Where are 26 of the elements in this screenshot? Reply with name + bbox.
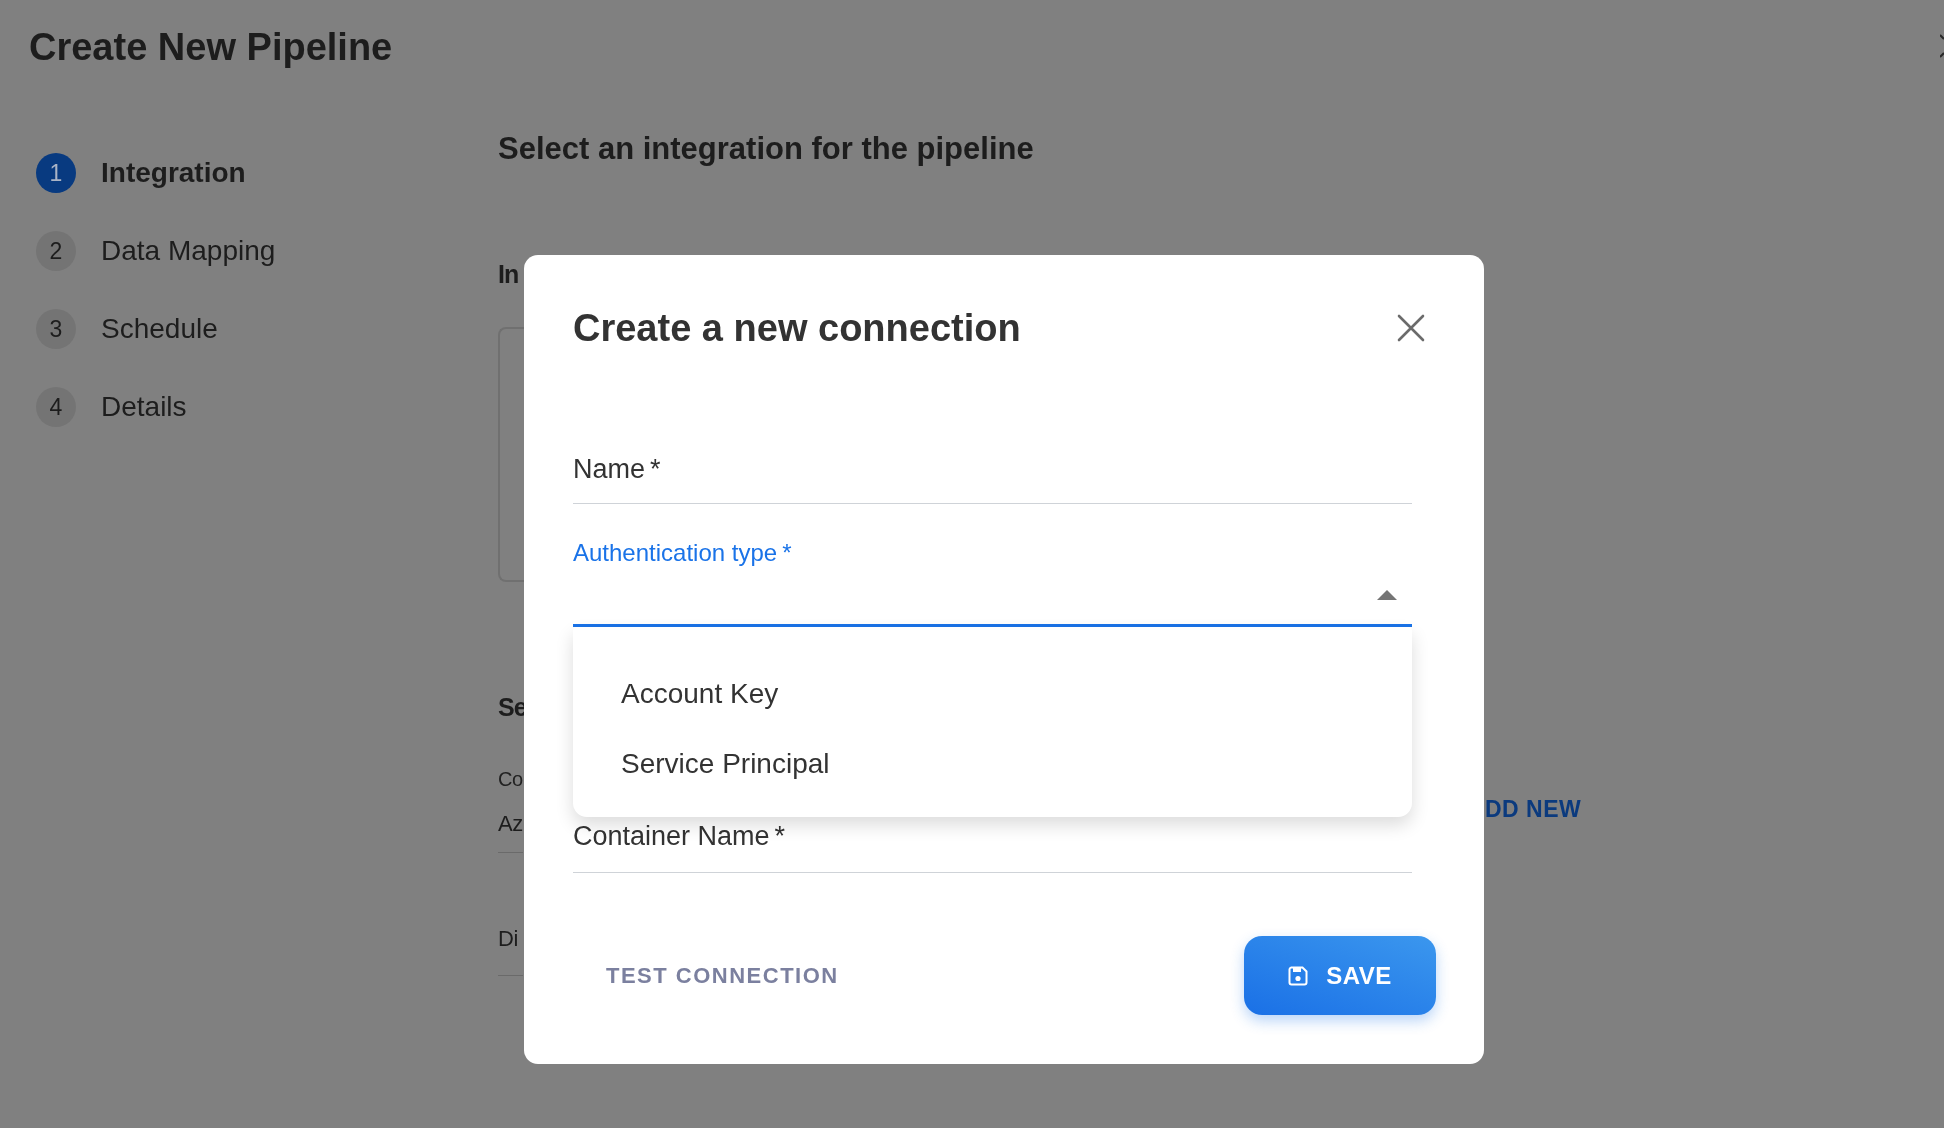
close-button[interactable] [1397, 314, 1425, 342]
close-icon[interactable] [1940, 34, 1944, 58]
step-label[interactable]: Integration [101, 156, 246, 190]
save-button[interactable]: SAVE [1244, 936, 1436, 1015]
menu-item[interactable]: Service Principal [573, 729, 1412, 799]
step-number: 2 [36, 231, 76, 271]
field-label: Authentication type * [573, 540, 792, 566]
menu-item[interactable]: Account Key [573, 659, 1412, 729]
section-heading: In [498, 259, 519, 290]
step-number: 4 [36, 387, 76, 427]
step-number: 1 [36, 153, 76, 193]
step-label[interactable]: Data Mapping [101, 234, 276, 268]
step-number: 3 [36, 309, 76, 349]
input-field[interactable]: Az [498, 808, 523, 853]
page-title: Create New Pipeline [29, 25, 393, 69]
section-heading: Select an integration for the pipeline [498, 131, 1034, 167]
step-label[interactable]: Details [101, 390, 187, 424]
step-label[interactable]: Schedule [101, 312, 218, 346]
text-button[interactable]: DD NEW [1485, 795, 1582, 823]
field-label: Co [498, 767, 523, 792]
input-field[interactable]: Name * [573, 453, 1412, 504]
input-field[interactable]: Container Name * [573, 820, 1412, 873]
input-field[interactable]: Di [498, 923, 523, 976]
test-connection-button[interactable]: TEST CONNECTION [573, 950, 872, 1001]
close-icon [1397, 314, 1425, 342]
dialog-title: Create a new connection [573, 306, 1021, 350]
